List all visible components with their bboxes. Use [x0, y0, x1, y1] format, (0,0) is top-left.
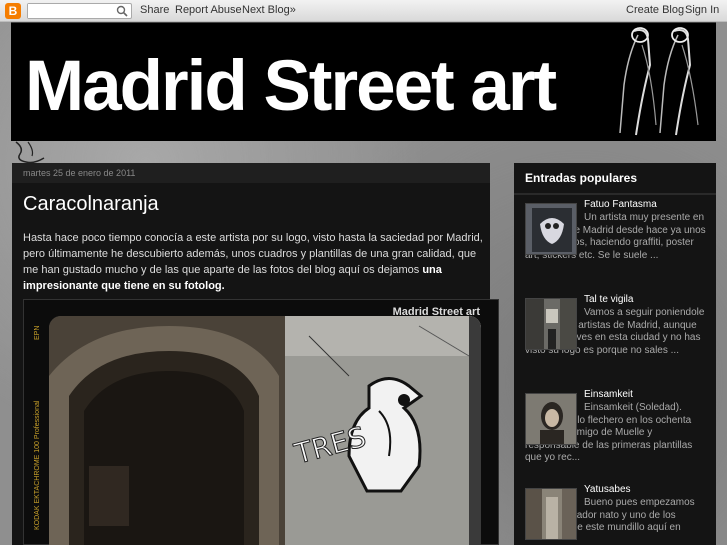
popular-post-item: Fatuo Fantasma Un artista muy presente e… — [525, 199, 710, 262]
popular-post-title[interactable]: Fatuo Fantasma — [584, 199, 657, 210]
post-photo-frame: Madrid Street art EPN KODAK EKTACHROME 1… — [23, 299, 499, 545]
sidebar: Entradas populares Fatuo Fantasma Un art… — [514, 163, 716, 545]
popular-post-thumbnail[interactable] — [525, 298, 577, 350]
post-body: Hasta hace poco tiempo conocía a este ar… — [23, 230, 483, 294]
film-edge-brand: KODAK EKTACHROME 100 Professional — [34, 400, 41, 530]
post-title[interactable]: Caracolnaranja — [23, 193, 159, 216]
popular-post-thumbnail[interactable] — [525, 488, 577, 540]
search-input[interactable] — [28, 4, 116, 18]
report-abuse-link[interactable]: Report Abuse — [175, 4, 242, 16]
next-blog-link[interactable]: Next Blog» — [242, 4, 296, 16]
popular-post-title[interactable]: Einsamkeit — [584, 389, 633, 400]
background-wire-decoration — [15, 141, 45, 164]
popular-post-item: Yatusabes Bueno pues empezamos con un pl… — [525, 484, 710, 540]
film-edge-label: EPN — [34, 325, 41, 340]
popular-post-thumbnail[interactable] — [525, 203, 577, 255]
sidebar-title: Entradas populares — [525, 171, 638, 185]
street-photo-illustration: TRES — [49, 316, 481, 545]
popular-post-title[interactable]: Yatusabes — [584, 484, 631, 495]
sign-in-link[interactable]: Sign In — [685, 4, 719, 16]
search-box — [27, 3, 132, 19]
search-icon[interactable] — [116, 5, 128, 17]
share-link[interactable]: Share — [140, 4, 169, 16]
blogger-logo-icon[interactable]: B — [5, 3, 21, 19]
popular-post-title[interactable]: Tal te vigila — [584, 294, 633, 305]
main-post-column: martes 25 de enero de 2011 Caracolnaranj… — [12, 163, 499, 545]
blog-title[interactable]: Madrid Street art — [25, 47, 557, 127]
post-body-text: Hasta hace poco tiempo conocía a este ar… — [23, 232, 483, 276]
post-photo[interactable]: TRES — [49, 316, 481, 545]
popular-post-item: Tal te vigila Vamos a seguir poniendole … — [525, 294, 710, 357]
stencil-figures-logo — [619, 27, 699, 136]
blogger-navbar: B Share Report Abuse Next Blog» Create B… — [0, 0, 727, 22]
blog-header[interactable]: Madrid Street art — [11, 22, 716, 141]
popular-post-item: Einsamkeit Einsamkeit (Soledad). Escrito… — [525, 389, 710, 465]
sidebar-divider — [514, 193, 716, 195]
create-blog-link[interactable]: Create Blog — [626, 4, 684, 16]
post-date: martes 25 de enero de 2011 — [12, 163, 490, 183]
popular-post-thumbnail[interactable] — [525, 393, 577, 445]
